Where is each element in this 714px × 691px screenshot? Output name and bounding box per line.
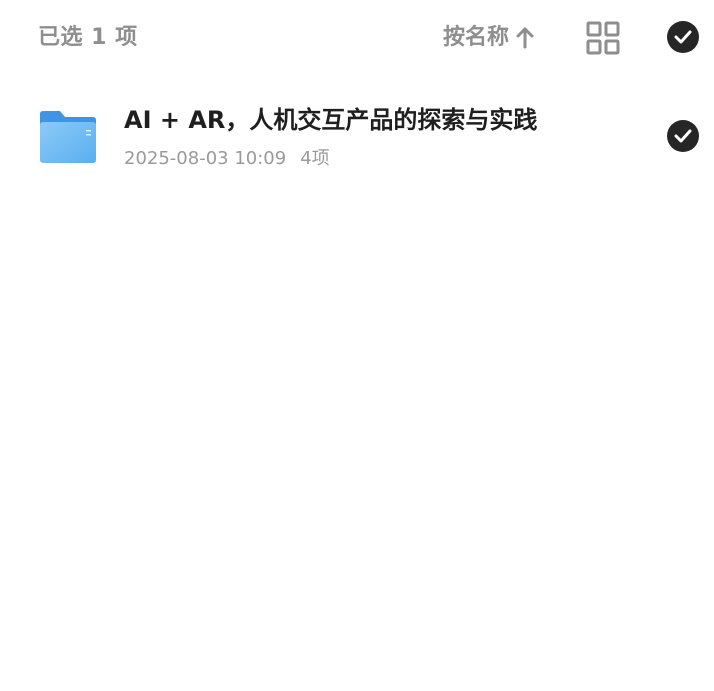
item-meta: 2025-08-03 10:09 4项 (124, 146, 330, 172)
sort-label: 按名称 (443, 25, 510, 50)
file-list-item[interactable]: AI + AR，人机交互产品的探索与实践 2025-08-03 10:09 4项 (0, 90, 714, 186)
check-circle-icon (674, 30, 692, 44)
grid-view-button[interactable] (586, 21, 620, 55)
folder-icon (38, 110, 98, 164)
item-modified-time: 2025-08-03 10:09 (124, 148, 287, 169)
item-name: AI + AR，人机交互产品的探索与实践 (124, 106, 538, 134)
grid-view-icon (586, 21, 620, 55)
toolbar: 已选 1 项 按名称 (0, 0, 714, 76)
check-circle-icon (674, 129, 692, 143)
select-all-button[interactable] (667, 21, 699, 53)
item-select-checkbox[interactable] (667, 120, 699, 152)
arrow-up-icon (515, 26, 535, 50)
item-count: 4项 (300, 148, 330, 169)
selected-count-label: 已选 1 项 (38, 25, 138, 50)
sort-by-name-button[interactable]: 按名称 (443, 22, 535, 54)
